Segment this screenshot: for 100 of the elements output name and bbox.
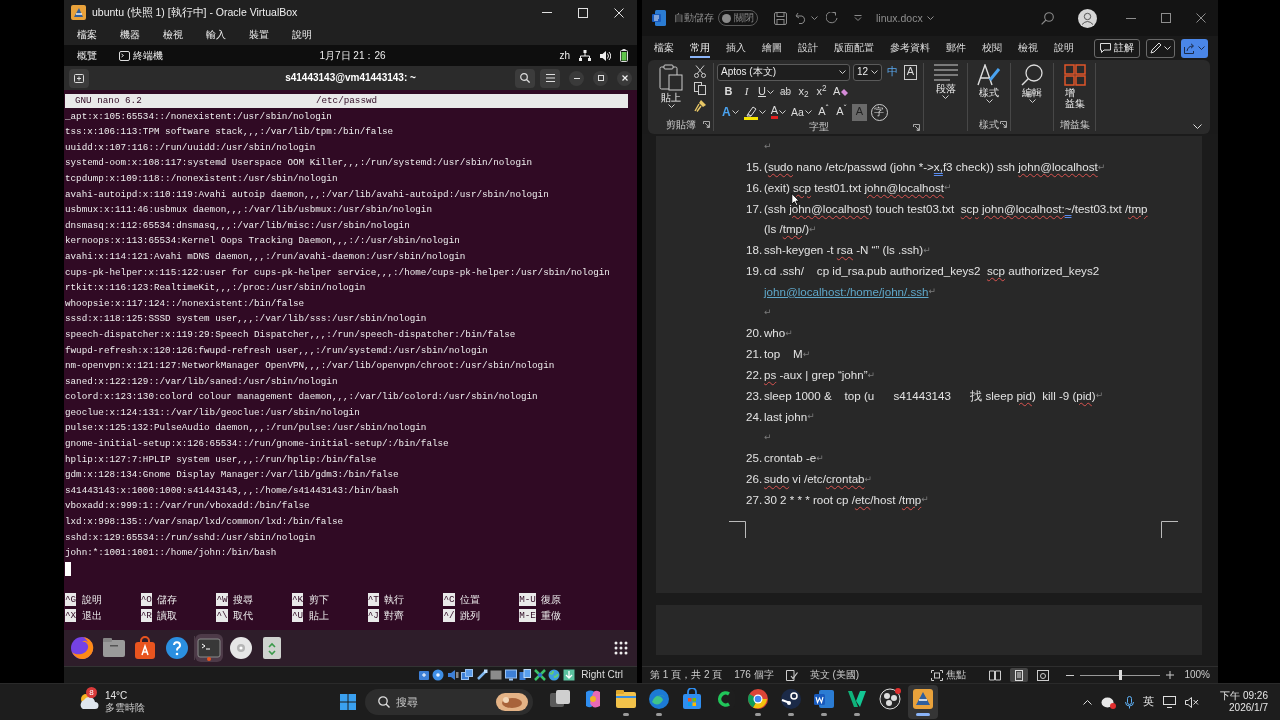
page-count[interactable]: 第 1 頁，共 2 頁: [650, 669, 723, 681]
focus-button[interactable]: 焦點: [931, 669, 967, 681]
proofing-icon[interactable]: [785, 669, 798, 681]
ribbon-tab[interactable]: 校閱: [982, 38, 1002, 58]
paragraph-button[interactable]: 段落: [933, 64, 958, 118]
menu-item[interactable]: 說明: [292, 29, 312, 41]
underline-button[interactable]: U: [757, 83, 775, 101]
menu-button[interactable]: [540, 68, 560, 88]
close-icon[interactable]: [1195, 13, 1206, 23]
activities-button[interactable]: 概覽: [77, 49, 97, 62]
comments-button[interactable]: 註解: [1094, 38, 1140, 58]
ribbon-tab[interactable]: 版面配置: [834, 38, 874, 58]
word-count[interactable]: 176 個字: [734, 669, 774, 681]
change-case-button[interactable]: Aa: [790, 103, 813, 121]
menu-item[interactable]: 檢視: [163, 29, 183, 41]
menu-item[interactable]: 機器: [120, 29, 140, 41]
start-icon[interactable]: [339, 694, 356, 710]
superscript-button[interactable]: x$^{2}$: [813, 83, 829, 101]
dialog-launcher-icon[interactable]: [703, 121, 710, 128]
dialog-launcher-icon[interactable]: [913, 123, 920, 131]
view-button[interactable]: [1010, 668, 1029, 682]
subscript-button[interactable]: x$_{2}$: [795, 83, 811, 101]
microphone-icon[interactable]: [1125, 695, 1135, 709]
shrink-font-button[interactable]: A$^{ˇ}$: [833, 103, 849, 121]
search-icon[interactable]: [1041, 11, 1054, 25]
menu-item[interactable]: 檔案: [77, 29, 97, 41]
maximize-icon[interactable]: [1160, 13, 1171, 23]
input-method-button[interactable]: 英: [1143, 695, 1155, 709]
paintbrush-icon[interactable]: [694, 99, 707, 112]
ribbon-tab[interactable]: 插入: [726, 38, 746, 58]
slider-thumb[interactable]: [1118, 670, 1122, 680]
editing-mode-button[interactable]: [1146, 38, 1175, 58]
ribbon-tab[interactable]: 繪圖: [762, 38, 782, 58]
add-ins-button[interactable]: 增 益集: [1063, 64, 1086, 118]
font-color-button[interactable]: A: [769, 103, 787, 121]
grow-font-button[interactable]: A$^{ˆ}$: [815, 103, 831, 121]
terminal-line: john:*:1001:1001::/home/john:/bin/bash: [65, 546, 278, 561]
undo-icon[interactable]: [795, 12, 807, 24]
ribbon-tab[interactable]: 常用: [690, 38, 710, 58]
scissors-icon[interactable]: [694, 65, 706, 78]
clock-button[interactable]: 1月7日 21：26: [319, 49, 386, 62]
styles-button[interactable]: 樣式: [977, 64, 1001, 118]
menu-item[interactable]: 輸入: [206, 29, 226, 41]
zoom-in-icon[interactable]: [1166, 671, 1175, 679]
network-icon[interactable]: [579, 50, 591, 61]
redo-icon[interactable]: [826, 12, 838, 24]
clear-formatting-button[interactable]: A: [831, 83, 850, 101]
dock-item[interactable]: [68, 634, 96, 662]
list-text: (sudo nano /etc/passwd (john *->x,f3 check)) ssh john@localhost: [764, 159, 1098, 175]
speaker-icon[interactable]: [600, 50, 611, 61]
ribbon-tab[interactable]: 設計: [798, 38, 818, 58]
language-button[interactable]: 英文 (美國): [809, 669, 860, 681]
customize-icon[interactable]: [854, 15, 862, 21]
battery-icon[interactable]: [620, 49, 628, 62]
collapse-ribbon-icon[interactable]: [1193, 124, 1202, 129]
ribbon-tab[interactable]: 檢視: [1018, 38, 1038, 58]
shortcut-label: 讀取: [157, 608, 178, 623]
caret-icon[interactable]: [811, 16, 818, 20]
ribbon-tab[interactable]: 檔案: [654, 38, 674, 58]
ribbon-tab[interactable]: 郵件: [946, 38, 966, 58]
clock-date[interactable]: 2026/1/7: [1229, 702, 1268, 715]
font-name-dropdown[interactable]: Aptos (本文): [717, 63, 850, 81]
chevron-up-icon[interactable]: [1083, 699, 1093, 705]
menu-item[interactable]: 裝置: [249, 29, 269, 41]
folder-icon: [614, 688, 637, 710]
link[interactable]: john@localhost:/home/john/.ssh: [764, 284, 929, 300]
monitor-icon[interactable]: [1163, 696, 1177, 708]
zoom-slider[interactable]: [1080, 670, 1161, 680]
app-menu-button[interactable]: 終端機: [119, 49, 163, 62]
new-tab-button[interactable]: [69, 68, 89, 88]
italic-button[interactable]: I: [739, 83, 754, 101]
minimize-icon[interactable]: [1125, 17, 1136, 19]
bubble-icon[interactable]: [1101, 695, 1117, 709]
bold-button[interactable]: B: [721, 83, 736, 101]
minimize-button[interactable]: [569, 70, 584, 86]
share-button[interactable]: [1181, 38, 1208, 58]
text-effects-button[interactable]: A: [721, 103, 740, 121]
ribbon-tab[interactable]: 參考資料: [890, 38, 930, 58]
app-grid-icon[interactable]: [614, 641, 628, 655]
close-button[interactable]: [617, 70, 632, 86]
monitor-icon: [504, 669, 517, 681]
save-icon[interactable]: [774, 11, 787, 25]
editing-button[interactable]: 編輯: [1021, 64, 1043, 118]
avatar-icon[interactable]: [1078, 8, 1097, 28]
character-border-button[interactable]: A: [903, 63, 918, 81]
taskbar-app-button[interactable]: [907, 685, 938, 719]
ribbon-tab[interactable]: 說明: [1054, 38, 1074, 58]
maximize-button[interactable]: [593, 70, 608, 86]
dialog-launcher-icon[interactable]: [1000, 121, 1007, 128]
input-method-button[interactable]: zh: [559, 49, 570, 62]
document-icon: [812, 688, 835, 710]
copy-icon[interactable]: [694, 82, 706, 95]
paste-button[interactable]: 貼上: [659, 64, 683, 118]
zoom-level-button[interactable]: 100%: [1184, 669, 1210, 681]
clock-time[interactable]: 下午 09:26: [1220, 689, 1268, 702]
font-size-dropdown[interactable]: 12: [853, 63, 882, 81]
file-name-button[interactable]: linux.docx: [876, 11, 934, 25]
search-button[interactable]: [515, 68, 535, 88]
phonetic-guide-button[interactable]: 中: [885, 63, 900, 81]
speaker-muted-icon[interactable]: [1185, 696, 1200, 708]
